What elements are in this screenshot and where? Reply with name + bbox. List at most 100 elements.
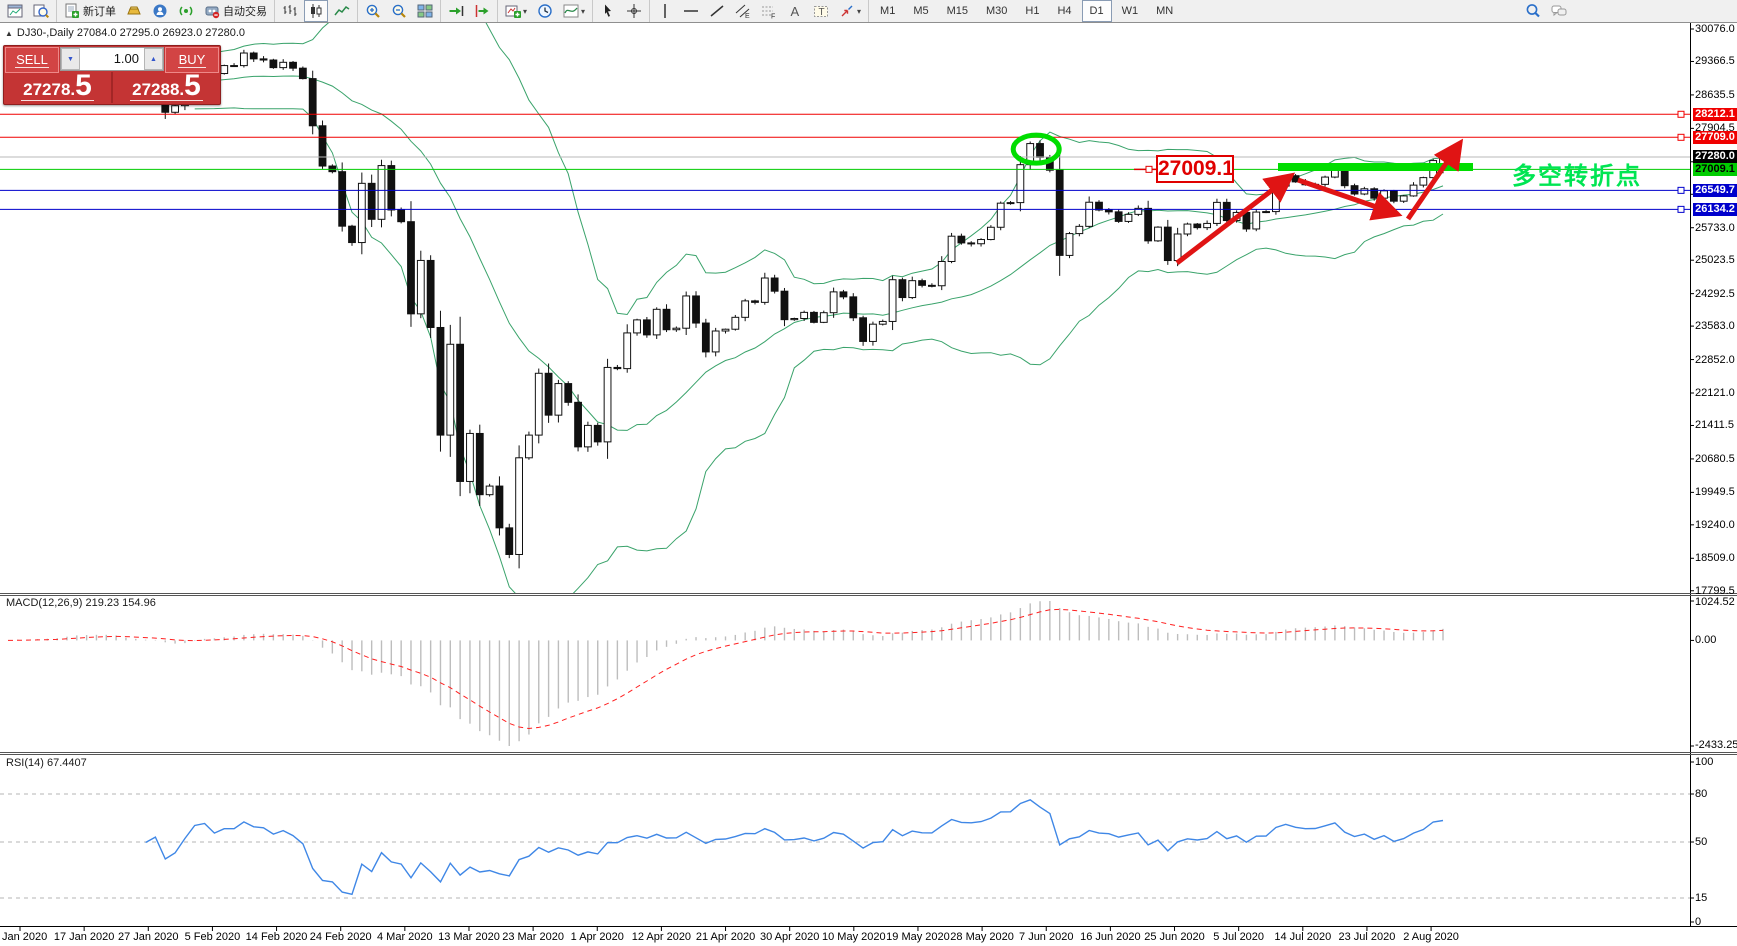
timeframe-h4[interactable]: H4 xyxy=(1049,0,1079,22)
line-chart-button[interactable] xyxy=(330,0,354,22)
price-tick-label: 30076.0 xyxy=(1695,23,1735,35)
candles xyxy=(4,49,1447,569)
horizontal-line-button[interactable] xyxy=(679,0,703,22)
indicators-button[interactable]: ▾ xyxy=(559,0,589,22)
collapse-triangle-icon[interactable]: ▲ xyxy=(5,29,13,38)
price-tick-label: 29366.5 xyxy=(1695,55,1735,68)
line-chart-icon xyxy=(334,5,350,16)
arrow-shapes-icon xyxy=(841,5,853,17)
signals-icon xyxy=(179,6,193,16)
text-button[interactable]: A xyxy=(783,0,807,22)
buy-price[interactable]: 27288.5 xyxy=(113,71,220,103)
fibonacci-button[interactable]: F xyxy=(757,0,781,22)
date-label: 12 Apr 2020 xyxy=(631,931,692,943)
crosshair-button[interactable] xyxy=(622,0,646,22)
equidistant-channel-button[interactable]: E xyxy=(731,0,755,22)
mt4-window: 新订单 自动交易 ▾ ▾ E F A T ▾ M1 M5 M15 M30 H1 H4 D1 W1 MN ▲ DJ30… xyxy=(0,0,1737,946)
tile-windows-button[interactable] xyxy=(413,0,437,22)
price-tick-label: 24292.5 xyxy=(1695,287,1735,300)
community-button[interactable] xyxy=(148,0,172,22)
timeframe-m15[interactable]: M15 xyxy=(939,0,976,22)
sell-button[interactable]: SELL xyxy=(5,47,59,73)
symbol-ohlc-text: DJ30-,Daily 27084.0 27295.0 26923.0 2728… xyxy=(16,27,246,39)
date-label: 1 Apr 2020 xyxy=(570,931,624,943)
hline-handle[interactable] xyxy=(1677,133,1685,141)
vertical-line-icon xyxy=(664,4,666,18)
macd-axis-zero: 0.00 xyxy=(1695,634,1717,647)
timeframe-h1[interactable]: H1 xyxy=(1017,0,1047,22)
toolbar-group-zoom xyxy=(358,0,441,22)
cursor-icon xyxy=(605,4,612,17)
text-label-icon: T xyxy=(814,6,829,18)
zoom-in-icon xyxy=(366,4,380,18)
search-button[interactable] xyxy=(1521,0,1545,22)
date-label: 27 Jan 2020 xyxy=(117,931,179,943)
chat-icon xyxy=(1551,5,1567,17)
bar-chart-button[interactable] xyxy=(278,0,302,22)
timeframe-m1[interactable]: M1 xyxy=(872,0,903,22)
zoom-in-button[interactable] xyxy=(361,0,385,22)
new-chart-button[interactable]: ▾ xyxy=(501,0,531,22)
new-order-button[interactable]: 新订单 xyxy=(60,0,120,22)
profile-search-button[interactable] xyxy=(29,0,53,22)
timeframe-m5[interactable]: M5 xyxy=(905,0,936,22)
crosshair-icon xyxy=(627,4,642,18)
date-label: 7 Jun 2020 xyxy=(1019,931,1074,943)
price-line-label: 27280.0 xyxy=(1693,150,1737,164)
signals-button[interactable] xyxy=(174,0,198,22)
price-callout-27009[interactable]: 27009.1 xyxy=(1156,155,1234,183)
timeframe-group: M1 M5 M15 M30 H1 H4 D1 W1 MN xyxy=(869,0,1184,22)
hline-handle[interactable] xyxy=(1677,205,1685,213)
rsi-line xyxy=(145,799,1444,896)
zoom-out-button[interactable] xyxy=(387,0,411,22)
gold-button[interactable] xyxy=(122,0,146,22)
timeframe-mn[interactable]: MN xyxy=(1148,0,1181,22)
community-icon xyxy=(153,4,167,18)
toolbar-group-windows xyxy=(0,0,57,22)
chart-canvas[interactable] xyxy=(0,0,1737,946)
one-click-trading-widget: SELL ▼ 1.00 ▲ BUY 27278.5 27288.5 xyxy=(3,45,221,105)
tile-windows-icon xyxy=(417,4,433,18)
candlestick-button[interactable] xyxy=(304,0,328,22)
rsi-label: RSI(14) 67.4407 xyxy=(6,757,87,769)
chart-shift-button[interactable] xyxy=(470,0,494,22)
timeframe-d1[interactable]: D1 xyxy=(1081,0,1112,22)
text-label-button[interactable]: T xyxy=(809,0,833,22)
indicators-icon xyxy=(563,4,579,18)
trendline-button[interactable] xyxy=(705,0,729,22)
chart-window-button[interactable] xyxy=(3,0,27,22)
volume-down-button[interactable]: ▼ xyxy=(61,48,80,70)
date-label: 4 Mar 2020 xyxy=(377,931,433,943)
turning-point-text[interactable]: 多空转折点 xyxy=(1512,156,1642,191)
vertical-line-button[interactable] xyxy=(653,0,677,22)
autotrading-button[interactable]: 自动交易 xyxy=(200,0,271,22)
timeframe-w1[interactable]: W1 xyxy=(1114,0,1147,22)
chart-window-icon xyxy=(7,4,23,18)
svg-text:T: T xyxy=(819,7,825,18)
date-label: 16 Jun 2020 xyxy=(1080,931,1141,943)
auto-scroll-button[interactable] xyxy=(444,0,468,22)
rsi-axis-label: 80 xyxy=(1695,788,1708,800)
price-line-label: 27709.0 xyxy=(1693,130,1737,144)
date-label: 2 Aug 2020 xyxy=(1403,931,1459,943)
text-icon: A xyxy=(791,4,800,19)
timeframe-m30[interactable]: M30 xyxy=(978,0,1015,22)
clock-button[interactable] xyxy=(533,0,557,22)
sell-price[interactable]: 27278.5 xyxy=(4,71,111,103)
toolbar-group-chart-type xyxy=(275,0,358,22)
auto-scroll-icon xyxy=(449,6,464,16)
price-tick-label: 17799.5 xyxy=(1695,584,1735,597)
chart-shift-icon xyxy=(475,5,489,17)
chat-button[interactable] xyxy=(1547,0,1571,22)
date-label: 21 Apr 2020 xyxy=(695,931,756,943)
callout-anchor xyxy=(1145,165,1153,173)
macd-label: MACD(12,26,9) 219.23 154.96 xyxy=(6,597,156,609)
hline-handle[interactable] xyxy=(1677,110,1685,118)
candlestick-icon xyxy=(311,4,322,18)
hline-handle[interactable] xyxy=(1677,186,1685,194)
cursor-button[interactable] xyxy=(596,0,620,22)
arrow-shapes-button[interactable]: ▾ xyxy=(835,0,865,22)
volume-input[interactable]: 1.00 xyxy=(80,48,144,70)
volume-up-button[interactable]: ▲ xyxy=(144,48,163,70)
date-label: 23 Jul 2020 xyxy=(1338,931,1396,943)
